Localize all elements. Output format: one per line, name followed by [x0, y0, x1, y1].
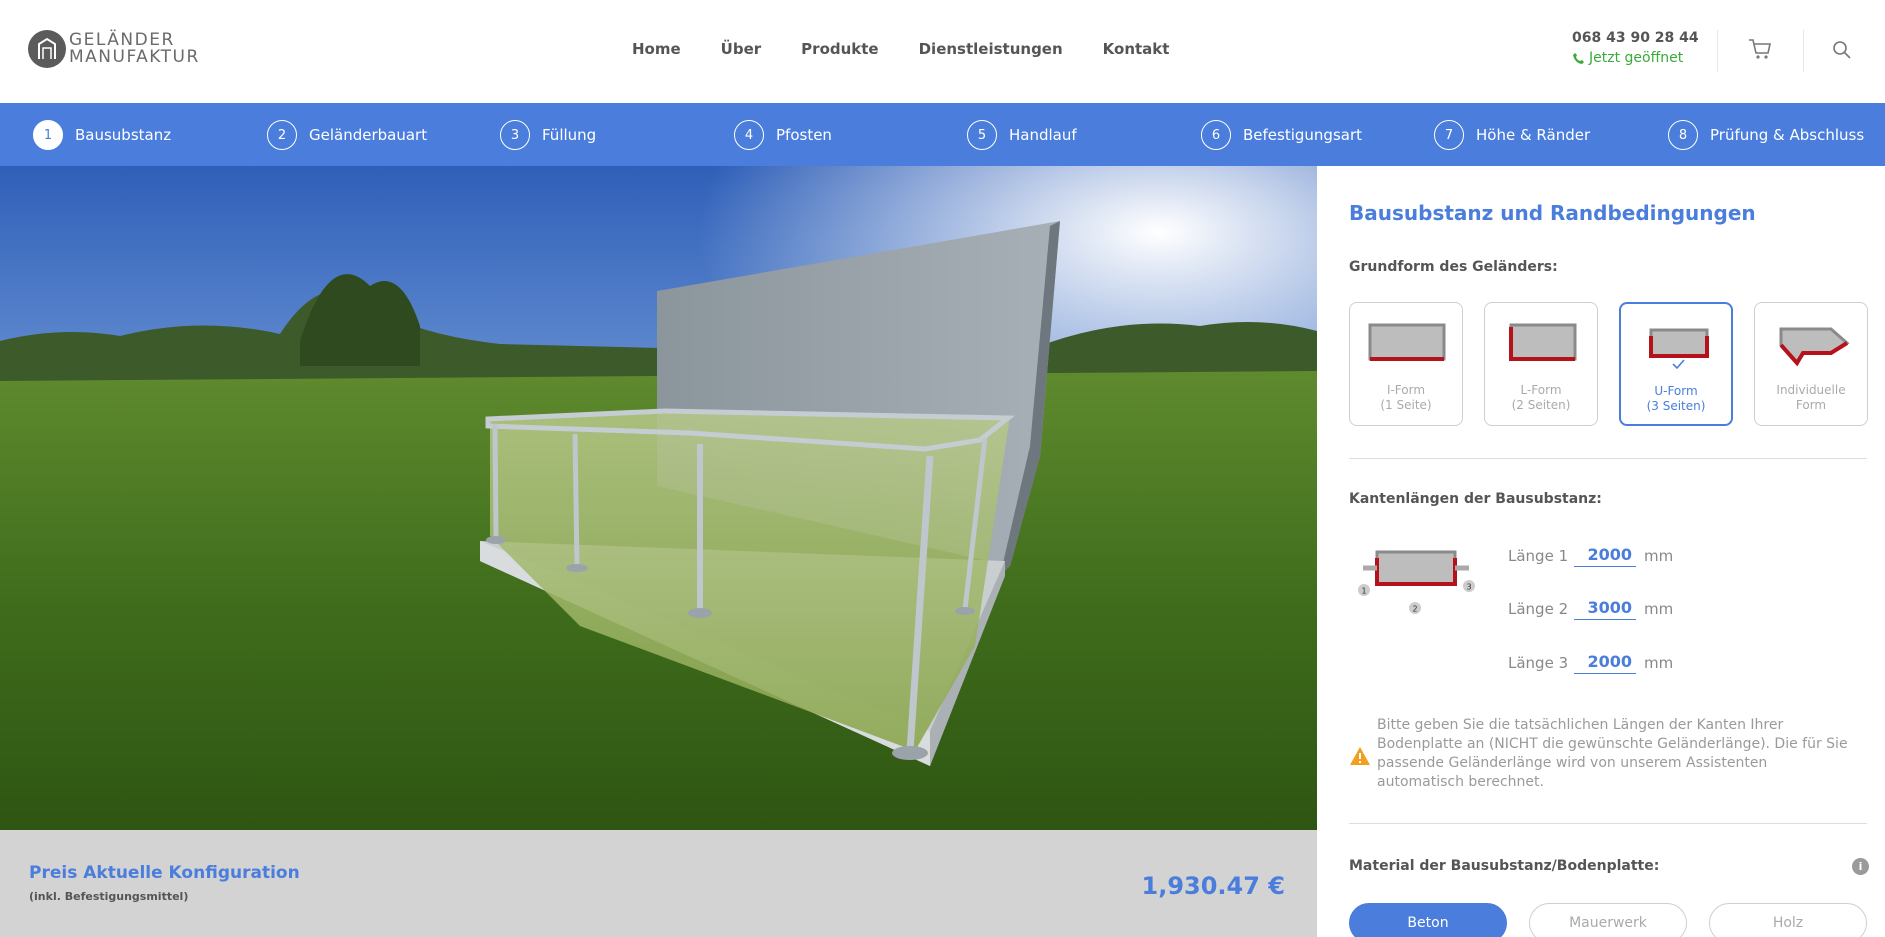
nav-contact[interactable]: Kontakt [1103, 40, 1170, 58]
length-row-3: Länge 3 mm [1508, 652, 1673, 674]
phone-number[interactable]: 068 43 90 28 44 [1572, 30, 1699, 46]
length-3-label: Länge 3 [1508, 654, 1569, 672]
material-mauerwerk-button[interactable]: Mauerwerk [1529, 903, 1687, 937]
edge-diagram: 1 2 3 [1358, 550, 1475, 614]
edges-section-label: Kantenlängen der Bausubstanz: [1349, 491, 1602, 507]
step-label: Handlauf [1009, 126, 1077, 144]
step-number: 3 [500, 120, 530, 150]
logo[interactable]: GELÄNDER MANUFAKTUR [28, 30, 200, 68]
nav-about[interactable]: Über [721, 40, 762, 58]
cart-icon[interactable] [1748, 38, 1772, 64]
config-panel: Bausubstanz und Randbedingungen Grundfor… [1317, 166, 1885, 937]
step-number: 6 [1201, 120, 1231, 150]
step-handlauf[interactable]: 5 Handlauf [967, 120, 1077, 150]
diagram-number-3: 3 [1466, 583, 1471, 592]
site-header: GELÄNDER MANUFAKTUR Home Über Produkte D… [0, 0, 1885, 103]
u-form-icon [1649, 328, 1709, 370]
step-hoehe-raender[interactable]: 7 Höhe & Ränder [1434, 120, 1590, 150]
step-label: Bausubstanz [75, 126, 172, 144]
length-note: Bitte geben Sie die tatsächlichen Längen… [1377, 717, 1848, 790]
phone-icon [1573, 52, 1584, 64]
open-status: Jetzt geöffnet [1572, 50, 1699, 66]
length-row-2: Länge 2 mm [1508, 598, 1673, 620]
logo-icon [28, 30, 66, 68]
l-form-icon [1509, 323, 1577, 361]
length-3-input[interactable] [1574, 652, 1636, 674]
divider [1349, 823, 1867, 824]
logo-line2: MANUFAKTUR [69, 47, 200, 67]
contact-block: 068 43 90 28 44 Jetzt geöffnet [1572, 30, 1699, 66]
step-label: Pfosten [776, 126, 832, 144]
material-beton-button[interactable]: Beton [1349, 903, 1507, 937]
step-label: Höhe & Ränder [1476, 126, 1591, 144]
shape-option-u-form[interactable]: U-Form (3 Seiten) [1619, 302, 1733, 426]
length-2-label: Länge 2 [1508, 600, 1569, 618]
step-pfosten[interactable]: 4 Pfosten [734, 120, 832, 150]
step-pruefung-abschluss[interactable]: 8 Prüfung & Abschluss [1668, 120, 1864, 150]
shape-option-individual[interactable]: Individuelle Form [1754, 302, 1868, 426]
3d-viewer[interactable] [0, 166, 1317, 830]
length-row-1: Länge 1 mm [1508, 545, 1673, 567]
shape-label: U-Form (3 Seiten) [1646, 384, 1706, 413]
i-form-icon [1368, 323, 1446, 361]
shape-label: Individuelle Form [1776, 383, 1846, 412]
step-fuellung[interactable]: 3 Füllung [500, 120, 596, 150]
price-subtitle: (inkl. Befestigungsmittel) [29, 890, 189, 903]
step-number: 1 [33, 120, 63, 150]
step-number: 8 [1668, 120, 1698, 150]
price-bar: Preis Aktuelle Konfiguration (inkl. Befe… [0, 830, 1317, 937]
diagram-number-2: 2 [1412, 605, 1417, 614]
step-label: Befestigungsart [1243, 126, 1363, 144]
panel-title: Bausubstanz und Randbedingungen [1349, 201, 1756, 225]
header-divider [1803, 30, 1804, 72]
nav-products[interactable]: Produkte [801, 40, 878, 58]
material-holz-button[interactable]: Holz [1709, 903, 1867, 937]
step-label: Füllung [542, 126, 597, 144]
shape-option-i-form[interactable]: I-Form (1 Seite) [1349, 302, 1463, 426]
step-number: 2 [267, 120, 297, 150]
divider [1349, 458, 1867, 459]
shape-label: L-Form (2 Seiten) [1511, 383, 1571, 412]
shape-label: I-Form (1 Seite) [1380, 383, 1432, 412]
material-section-label: Material der Bausubstanz/Bodenplatte: [1349, 858, 1660, 874]
price-value: 1,930.47 € [1141, 872, 1285, 900]
info-icon[interactable]: i [1852, 858, 1869, 875]
nav-home[interactable]: Home [632, 40, 681, 58]
shape-option-l-form[interactable]: L-Form (2 Seiten) [1484, 302, 1598, 426]
step-label: Prüfung & Abschluss [1710, 126, 1865, 144]
nav-services[interactable]: Dienstleistungen [919, 40, 1063, 58]
step-bausubstanz[interactable]: 1 Bausubstanz [33, 120, 171, 150]
diagram-number-1: 1 [1361, 587, 1366, 596]
configurator-steps: 1 Bausubstanz 2 Geländerbauart 3 Füllung… [0, 103, 1885, 166]
open-status-text: Jetzt geöffnet [1589, 50, 1684, 66]
price-title: Preis Aktuelle Konfiguration [29, 863, 300, 883]
individual-form-icon [1779, 327, 1850, 367]
length-1-input[interactable] [1574, 545, 1636, 567]
length-1-unit: mm [1644, 547, 1674, 565]
step-befestigungsart[interactable]: 6 Befestigungsart [1201, 120, 1362, 150]
length-2-unit: mm [1644, 600, 1674, 618]
header-divider [1717, 30, 1718, 72]
step-gelaenderbauart[interactable]: 2 Geländerbauart [267, 120, 427, 150]
step-number: 7 [1434, 120, 1464, 150]
warning-icon [1350, 747, 1370, 765]
step-number: 4 [734, 120, 764, 150]
shape-section-label: Grundform des Geländers: [1349, 259, 1558, 275]
step-number: 5 [967, 120, 997, 150]
length-3-unit: mm [1644, 654, 1674, 672]
length-1-label: Länge 1 [1508, 547, 1569, 565]
main-nav: Home Über Produkte Dienstleistungen Kont… [632, 40, 1209, 58]
step-label: Geländerbauart [309, 126, 428, 144]
search-icon[interactable] [1832, 40, 1852, 64]
length-2-input[interactable] [1574, 598, 1636, 620]
